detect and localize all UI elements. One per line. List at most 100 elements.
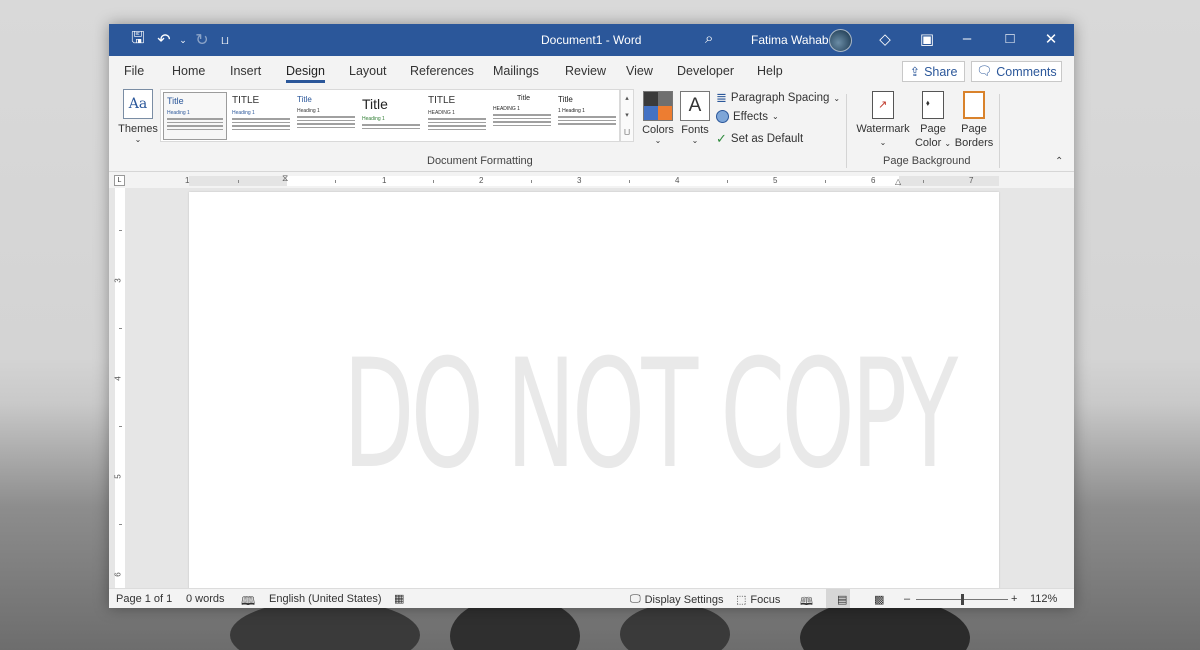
collapse-ribbon-icon[interactable]: ⌃	[1055, 156, 1063, 167]
zoom-out-button[interactable]: –	[904, 593, 910, 605]
ribbon-tabs: File Home Insert Design Layout Reference…	[109, 56, 1074, 86]
ruler-mark: 3	[577, 176, 582, 185]
share-button[interactable]: ⇪ Share	[902, 61, 965, 82]
tab-selector[interactable]: L	[114, 175, 125, 186]
quick-access-toolbar: 🖫 ↶ ⌄ ↻ ⨆	[125, 24, 235, 56]
check-circle-icon: ✓	[716, 131, 727, 146]
language-indicator[interactable]: English (United States)	[269, 593, 382, 605]
word-count[interactable]: 0 words	[186, 593, 225, 605]
customize-qat-icon[interactable]: ⨆	[215, 24, 235, 56]
print-layout-icon[interactable]: ▤	[837, 593, 847, 606]
gallery-scroll[interactable]: ▴ ▾ ⨆	[620, 89, 634, 142]
tab-insert[interactable]: Insert	[230, 64, 261, 78]
colors-icon	[643, 91, 673, 121]
themes-button[interactable]: Aa Themes ⌄	[117, 89, 159, 144]
effects-button[interactable]: Effects ⌄	[716, 110, 779, 123]
tab-design[interactable]: Design	[286, 64, 325, 83]
fonts-button[interactable]: A Fonts ⌄	[677, 91, 713, 145]
effects-icon	[716, 110, 729, 123]
tab-home[interactable]: Home	[172, 64, 205, 78]
close-icon[interactable]: ✕	[1041, 30, 1061, 48]
set-as-default-button[interactable]: ✓ Set as Default	[716, 131, 803, 147]
undo-icon[interactable]: ↶	[151, 24, 177, 56]
share-icon: ⇪	[909, 65, 921, 79]
style-set-item[interactable]: Title Heading 1	[359, 92, 423, 140]
style-set-item[interactable]: Title HEADING 1	[490, 92, 554, 140]
ruler-mark: 2	[479, 176, 484, 185]
indent-marker-icon[interactable]: ⧖	[282, 173, 288, 184]
style-set-item[interactable]: Title Heading 1	[294, 92, 358, 140]
status-bar: Page 1 of 1 0 words 🕮 English (United St…	[109, 588, 1074, 608]
web-layout-icon[interactable]: ▩	[874, 593, 884, 606]
chevron-down-icon: ⌄	[944, 139, 952, 148]
watermark-icon: ↗	[872, 91, 894, 119]
group-divider	[999, 94, 1000, 168]
style-set-item[interactable]: Title 1 Heading 1	[555, 92, 619, 140]
document-page[interactable]: DO NOT COPY	[189, 192, 999, 588]
minimize-icon[interactable]: –	[957, 30, 977, 47]
redo-icon[interactable]: ↻	[189, 24, 215, 56]
chevron-down-icon[interactable]: ▾	[621, 107, 633, 124]
proofing-icon[interactable]: 🕮	[241, 592, 255, 608]
zoom-level[interactable]: 112%	[1030, 593, 1057, 605]
accessibility-icon[interactable]: ▦	[394, 592, 404, 605]
ruler-mark: 4	[113, 376, 123, 381]
tab-layout[interactable]: Layout	[349, 64, 387, 78]
paragraph-spacing-button[interactable]: ≣ Paragraph Spacing ⌄	[716, 90, 840, 106]
tab-file[interactable]: File	[124, 64, 144, 78]
right-indent-marker-icon[interactable]: △	[895, 177, 901, 186]
colors-label: Colors	[642, 124, 674, 136]
ruler-mark: 4	[675, 176, 680, 185]
effects-label: Effects	[733, 110, 768, 123]
undo-dropdown-icon[interactable]: ⌄	[177, 24, 189, 56]
page-color-button[interactable]: ⬪ Page Color ⌄	[913, 91, 953, 151]
design-ribbon: Aa Themes ⌄ Title Heading 1 TITLE Headin…	[109, 86, 1074, 172]
maximize-icon[interactable]: □	[1000, 30, 1020, 47]
page-borders-label-2: Borders	[954, 137, 994, 149]
horizontal-ruler[interactable]: 1 1 2 3 4 5 6 7 ⧖ △	[185, 173, 999, 186]
save-icon[interactable]: 🖫	[125, 24, 151, 56]
chevron-down-icon: ⌄	[771, 112, 779, 121]
swatch-cell	[658, 106, 672, 120]
diamond-icon[interactable]: ◇	[875, 30, 895, 48]
page-count[interactable]: Page 1 of 1	[116, 593, 172, 605]
comments-button[interactable]: 🗨 Comments	[971, 61, 1062, 82]
style-set-item[interactable]: TITLE Heading 1	[229, 92, 293, 140]
colors-button[interactable]: Colors ⌄	[640, 91, 676, 145]
tab-help[interactable]: Help	[757, 64, 783, 78]
chevron-down-icon: ⌄	[654, 136, 662, 145]
vertical-ruler[interactable]: 3 4 5 6	[113, 188, 125, 588]
search-icon[interactable]: ⌕	[705, 30, 713, 47]
read-mode-icon[interactable]: 🕮	[800, 593, 813, 608]
chevron-down-icon: ⌄	[879, 138, 887, 147]
tab-mailings[interactable]: Mailings	[493, 64, 539, 78]
word-window: 🖫 ↶ ⌄ ↻ ⨆ Document1 - Word ⌕ Fatima Waha…	[109, 24, 1074, 608]
ruler-mark: 1	[185, 176, 190, 185]
avatar[interactable]	[829, 29, 852, 52]
gallery-more-icon[interactable]: ⨆	[621, 124, 633, 141]
watermark-button[interactable]: ↗ Watermark ⌄	[855, 91, 911, 150]
focus-button[interactable]: ⬚ Focus	[736, 593, 780, 607]
chevron-up-icon[interactable]: ▴	[621, 90, 633, 107]
style-set-item[interactable]: Title Heading 1	[163, 92, 227, 140]
page-borders-icon	[963, 91, 985, 119]
page-borders-button[interactable]: Page Borders	[954, 91, 994, 150]
tab-developer[interactable]: Developer	[677, 64, 734, 78]
zoom-slider-thumb[interactable]	[961, 594, 964, 605]
themes-label: Themes	[118, 123, 158, 135]
background-rock	[620, 604, 730, 650]
zoom-in-button[interactable]: +	[1011, 593, 1017, 605]
paragraph-spacing-icon: ≣	[716, 90, 727, 105]
tab-references[interactable]: References	[410, 64, 474, 78]
user-name[interactable]: Fatima Wahab	[751, 33, 829, 47]
style-set-item[interactable]: TITLE HEADING 1	[425, 92, 489, 140]
page-color-label-1: Page	[920, 123, 946, 135]
ruler-mark: 7	[969, 176, 974, 185]
ribbon-display-icon[interactable]: ▣	[917, 30, 937, 48]
tab-review[interactable]: Review	[565, 64, 606, 78]
chevron-down-icon: ⌄	[134, 135, 142, 144]
fonts-label: Fonts	[681, 124, 709, 136]
tab-view[interactable]: View	[626, 64, 653, 78]
themes-icon: Aa	[123, 89, 153, 119]
display-settings-button[interactable]: 🖵 Display Settings	[630, 593, 723, 606]
